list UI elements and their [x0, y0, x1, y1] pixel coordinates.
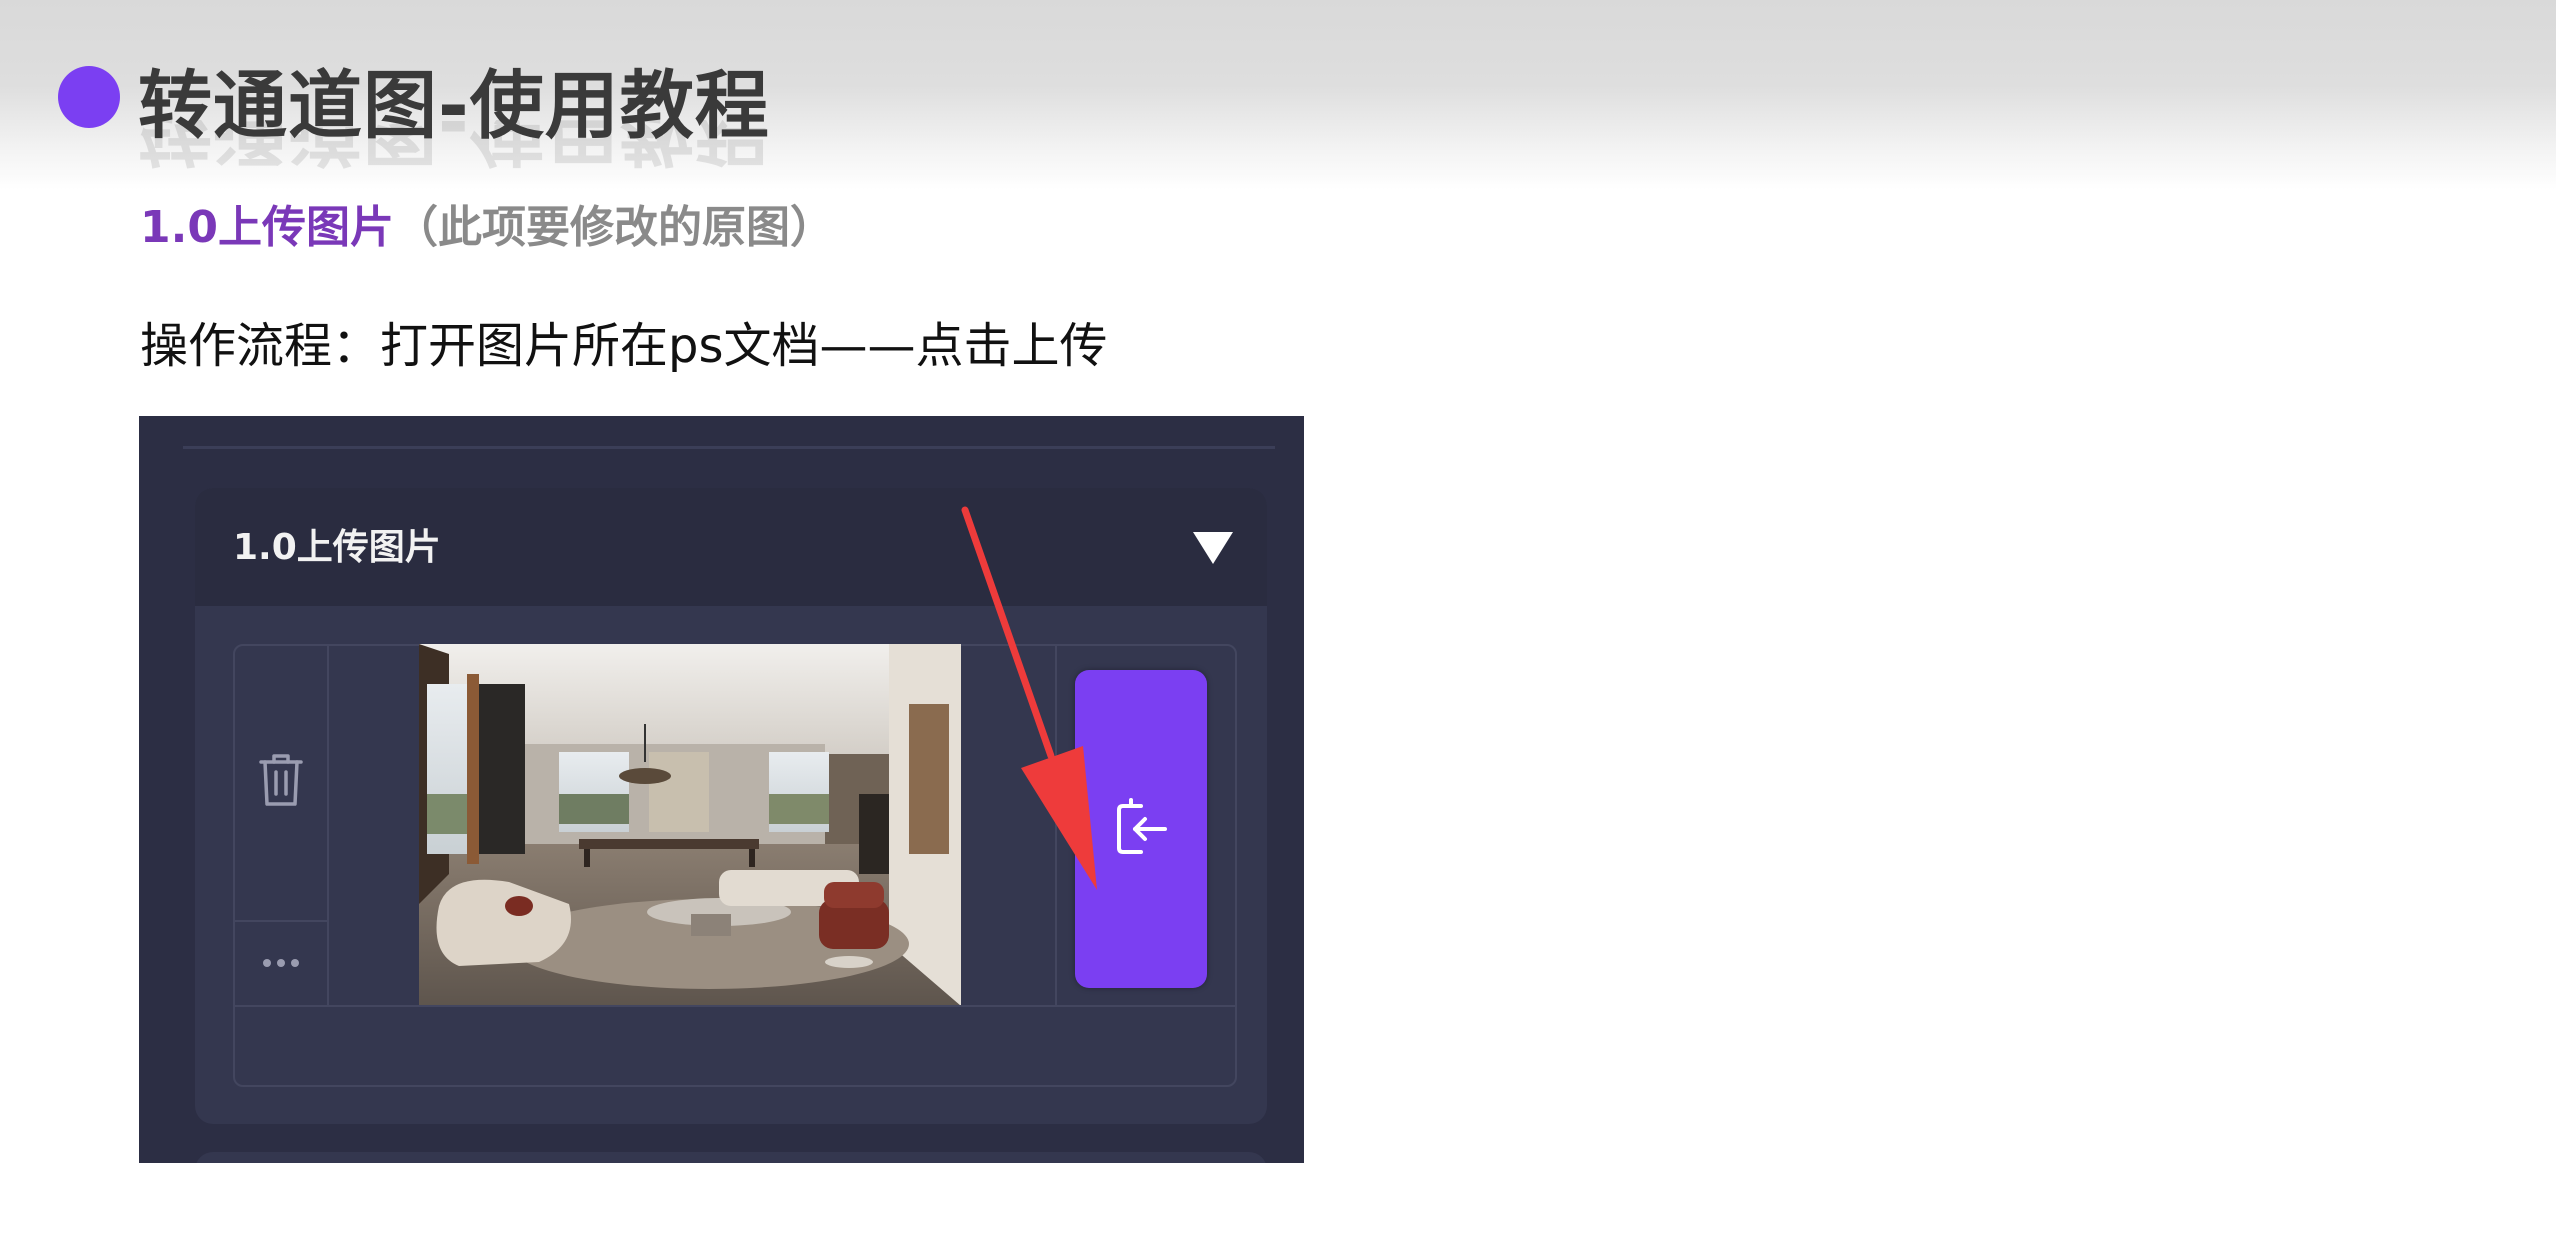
triangle-down-icon[interactable] [1191, 528, 1235, 568]
upload-button[interactable] [1075, 670, 1207, 988]
trash-icon[interactable] [255, 750, 307, 810]
upload-import-icon [1117, 798, 1167, 854]
panel-divider [183, 446, 1275, 449]
page-title: 转通道图-使用教程 [138, 63, 770, 149]
card-header[interactable]: 1.0上传图片 [195, 488, 1267, 606]
title-bullet [58, 66, 120, 128]
section-subtitle: 1.0上传图片（此项要修改的原图） [140, 198, 834, 258]
app-screenshot: 1.0上传图片 [139, 416, 1304, 1163]
image-uploader [233, 644, 1237, 1087]
card-header-label: 1.0上传图片 [233, 527, 441, 568]
step-instruction: 操作流程：打开图片所在ps文档——点击上传 [140, 318, 1108, 374]
more-dots-icon[interactable] [255, 948, 307, 978]
uploader-tool-column [235, 646, 329, 1005]
subtitle-note: （此项要修改的原图） [393, 202, 834, 253]
uploaded-image-preview [419, 644, 961, 1006]
uploader-bottom-divider [235, 1005, 1235, 1007]
uploader-right-divider [1055, 646, 1057, 1005]
subtitle-main: 1.0上传图片 [140, 202, 394, 253]
next-card-edge [195, 1152, 1267, 1163]
tool-divider [235, 920, 327, 922]
upload-card: 1.0上传图片 [195, 488, 1267, 1124]
